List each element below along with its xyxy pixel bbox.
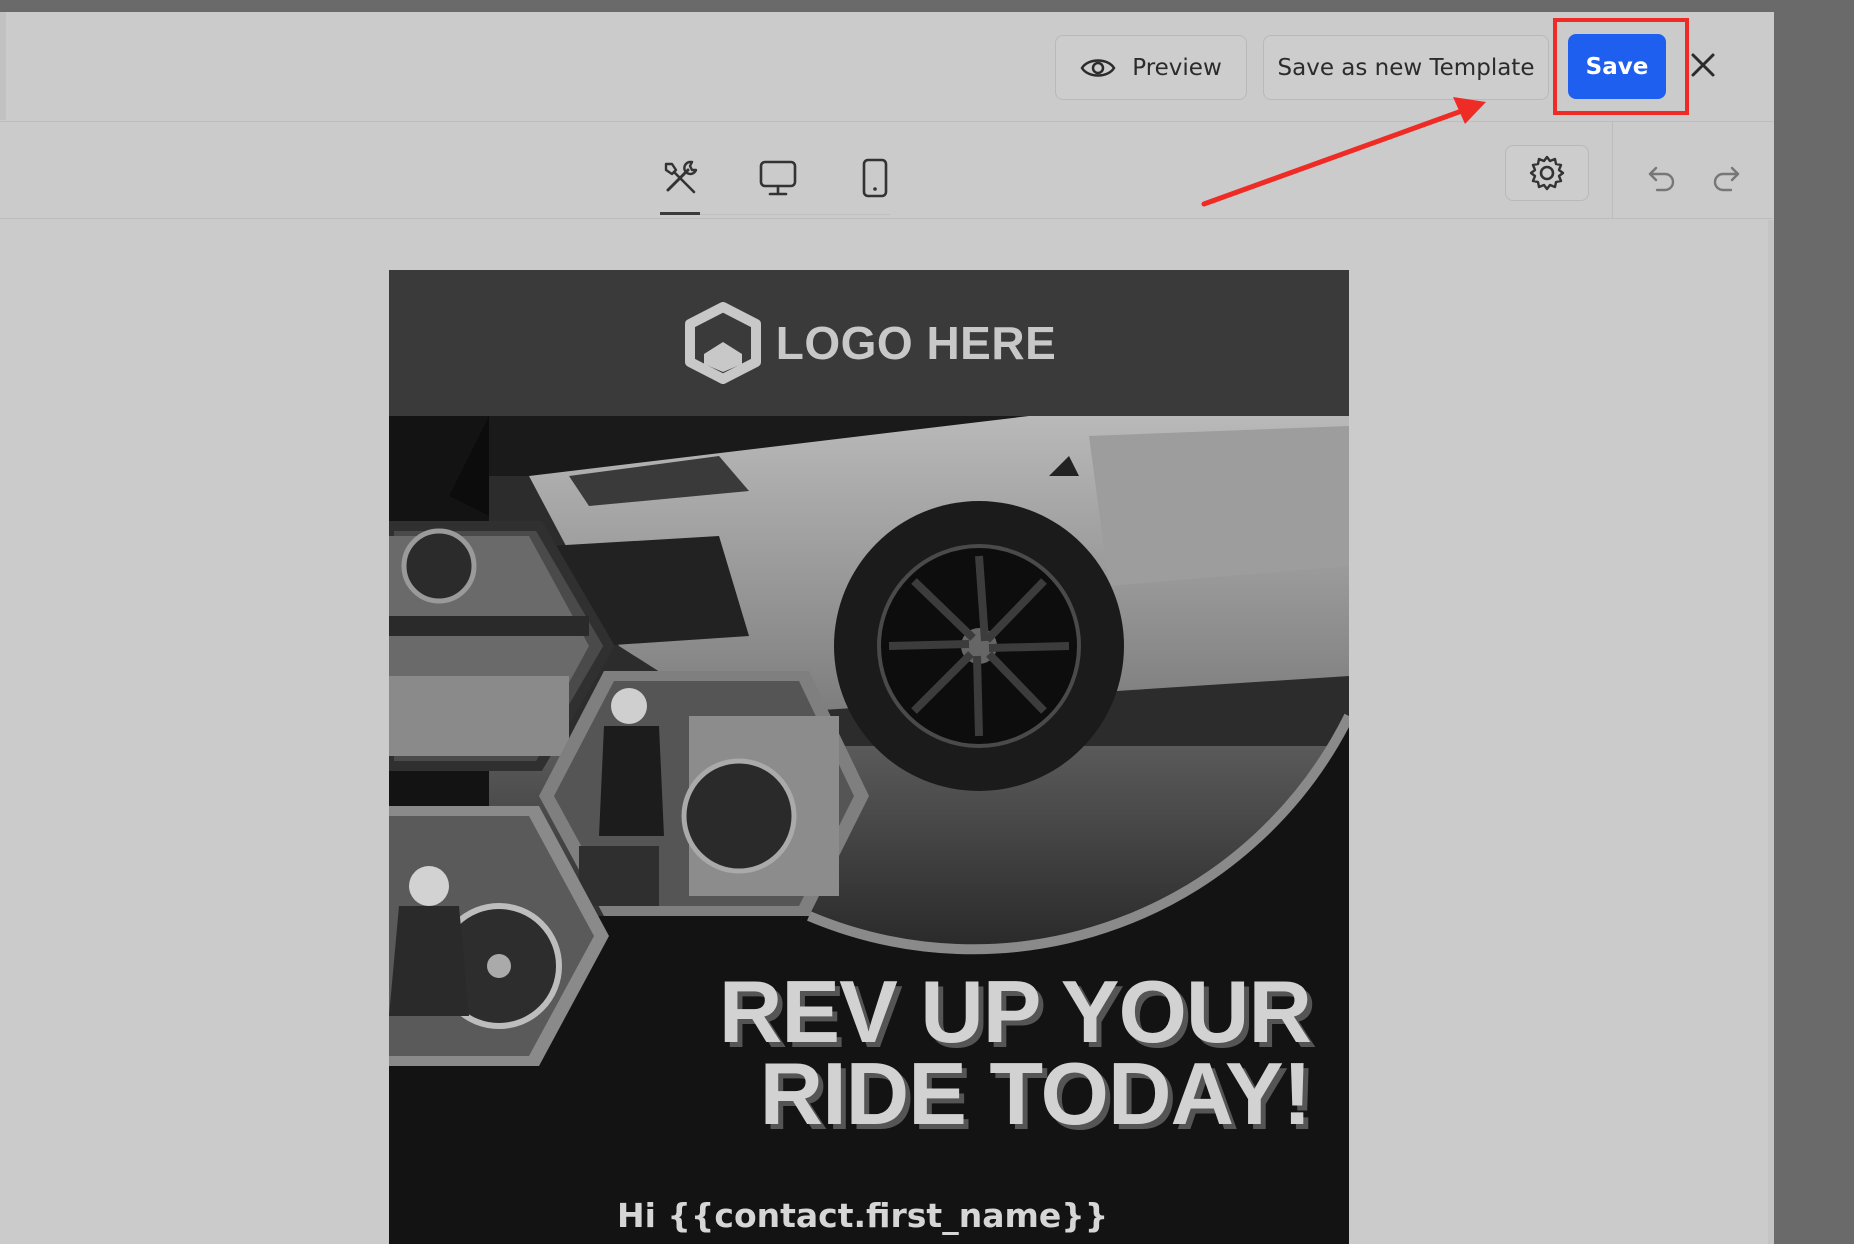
email-canvas: LOGO HERE REV UP YOUR RIDE TODAY! Hi {{c… xyxy=(0,220,1774,1244)
editor-modal: Preview Save as new Template Save LOGO H… xyxy=(0,12,1774,1244)
gear-icon xyxy=(1528,154,1566,192)
save-button[interactable]: Save xyxy=(1568,34,1666,99)
preview-label: Preview xyxy=(1132,54,1222,81)
redo-icon xyxy=(1711,164,1741,192)
close-button[interactable] xyxy=(1686,48,1720,82)
tab-edit[interactable] xyxy=(657,155,703,201)
tools-icon xyxy=(660,158,700,198)
undo-button[interactable] xyxy=(1646,162,1678,194)
preview-button[interactable]: Preview xyxy=(1055,35,1247,100)
eye-icon xyxy=(1080,56,1116,80)
editor-toolbar xyxy=(0,122,1774,219)
background-gutter xyxy=(1774,0,1854,1244)
save-as-template-button[interactable]: Save as new Template xyxy=(1263,35,1549,100)
undo-icon xyxy=(1647,164,1677,192)
save-as-template-label: Save as new Template xyxy=(1277,54,1535,81)
email-header: LOGO HERE xyxy=(389,270,1349,416)
redo-button[interactable] xyxy=(1710,162,1742,194)
headline-line-2: RIDE TODAY! xyxy=(759,1044,1312,1143)
logo-text: LOGO HERE xyxy=(775,317,1057,369)
monitor-icon xyxy=(758,159,798,197)
headline: REV UP YOUR RIDE TODAY! xyxy=(718,962,1312,1143)
close-icon xyxy=(1689,51,1717,79)
email-preview[interactable]: LOGO HERE REV UP YOUR RIDE TODAY! Hi {{c… xyxy=(389,270,1349,1244)
hero-image: REV UP YOUR RIDE TODAY! xyxy=(389,416,1349,1244)
active-tab-indicator xyxy=(660,212,700,215)
save-label: Save xyxy=(1585,53,1649,80)
tab-mobile[interactable] xyxy=(852,155,898,201)
greeting-text: Hi {{contact.first_name}} xyxy=(617,1196,1109,1235)
phone-icon xyxy=(861,158,889,198)
toolbar-divider xyxy=(1612,122,1613,219)
settings-button[interactable] xyxy=(1505,145,1589,201)
logo-icon xyxy=(682,302,764,384)
editor-topbar: Preview Save as new Template Save xyxy=(0,12,1774,122)
tab-desktop[interactable] xyxy=(755,155,801,201)
headline-line-1: REV UP YOUR xyxy=(718,962,1312,1061)
